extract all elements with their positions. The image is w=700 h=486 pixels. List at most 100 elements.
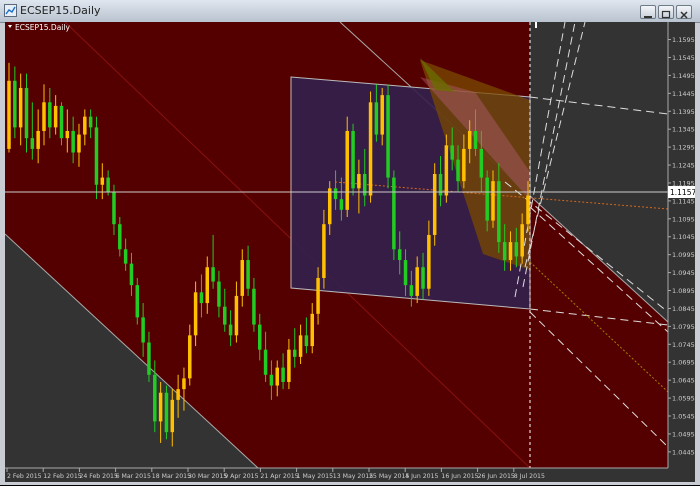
- maximize-button[interactable]: [658, 5, 674, 19]
- candle-body: [176, 389, 180, 400]
- candle-body: [380, 95, 384, 135]
- candle-body: [223, 306, 227, 325]
- candle-body: [13, 80, 17, 128]
- price-tick-label: 1.0445: [672, 448, 695, 456]
- candle-body: [310, 313, 314, 347]
- maximize-icon: [661, 10, 671, 19]
- candle-body: [123, 249, 128, 264]
- price-tick-label: 1.0495: [672, 430, 695, 438]
- price-tick-label: 1.0895: [672, 287, 695, 295]
- time-tick-label: 21 Apr 2015: [260, 473, 298, 480]
- candle-body: [520, 224, 524, 257]
- price-tick-label: 1.1595: [672, 36, 695, 44]
- time-tick-label: 13 May 2015: [333, 473, 373, 480]
- candle-body: [322, 224, 326, 278]
- time-tick-label: 6 Mar 2015: [116, 473, 151, 480]
- candle-body: [164, 392, 169, 433]
- minimize-button[interactable]: [640, 5, 656, 19]
- chart-area[interactable]: 1.1595 1.1545 1.1495 1.1445 1.1395 1.1345 1.12…: [5, 22, 696, 482]
- candle-body: [526, 195, 530, 225]
- candle-body: [53, 105, 58, 128]
- candle-body: [106, 177, 110, 192]
- terminal-window: ECSEP15.Daily 1.1595 1.1545 1.1495 1.144…: [0, 0, 700, 485]
- candle-body: [432, 174, 437, 235]
- candle-body: [211, 267, 215, 282]
- candle-body: [473, 130, 478, 149]
- chart-icon: [4, 4, 17, 17]
- candle-body: [100, 177, 105, 185]
- candle-body: [502, 242, 507, 261]
- candle-body: [65, 130, 70, 139]
- candle-body: [217, 281, 221, 307]
- candle-body: [135, 285, 140, 318]
- price-tick-label: 1.1395: [672, 108, 695, 116]
- candle-body: [327, 188, 332, 225]
- time-tick-label: 30 Mar 2015: [188, 473, 227, 480]
- candle-body: [374, 102, 379, 135]
- price-tick-label: 1.0695: [672, 359, 695, 367]
- candle-body: [158, 392, 163, 422]
- candle-body: [199, 292, 204, 304]
- candle-body: [368, 102, 373, 196]
- time-tick-label: 8 Jul 2015: [514, 473, 545, 480]
- candle-body: [118, 224, 122, 250]
- candle-body: [7, 80, 11, 149]
- candle-body: [491, 181, 495, 221]
- candle-body: [129, 263, 134, 286]
- candle-body: [228, 324, 233, 336]
- candle-body: [170, 399, 175, 433]
- time-tick-label: 25 May 2015: [369, 473, 409, 480]
- candle-body: [450, 145, 454, 160]
- candle-body: [339, 199, 344, 210]
- candle-body: [269, 374, 274, 386]
- price-tick-label: 1.0795: [672, 323, 695, 331]
- candle: [432, 163, 437, 246]
- candle-body: [153, 374, 157, 422]
- window-title: ECSEP15.Daily: [20, 4, 101, 17]
- candle-body: [36, 130, 40, 149]
- candle-body: [392, 177, 396, 250]
- candle-body: [292, 349, 297, 357]
- price-chart[interactable]: 1.1595 1.1545 1.1495 1.1445 1.1395 1.1345 1.12…: [5, 22, 696, 482]
- close-button[interactable]: [676, 5, 692, 19]
- candle-body: [386, 95, 390, 178]
- time-tick-label: 18 Mar 2015: [152, 473, 191, 480]
- candle-body: [77, 134, 81, 153]
- candle-body: [409, 285, 414, 296]
- current-price-label: 1.1157: [670, 188, 695, 197]
- candle-body: [252, 288, 256, 325]
- time-tick-label: 1 May 2015: [297, 473, 333, 480]
- price-tick-label: 1.0995: [672, 251, 695, 259]
- candle-body: [88, 116, 93, 128]
- price-tick-label: 1.1445: [672, 90, 695, 98]
- candle: [351, 123, 355, 196]
- close-icon: [680, 11, 688, 19]
- candle-body: [193, 292, 198, 336]
- price-tick-label: 1.1245: [672, 162, 695, 170]
- candle-body: [48, 102, 52, 128]
- candle-body: [421, 267, 425, 289]
- candle-body: [234, 295, 239, 336]
- candle-body: [508, 242, 513, 261]
- time-tick-label: 4 Jun 2015: [405, 473, 438, 480]
- candle-body: [351, 130, 355, 189]
- candle-body: [281, 367, 285, 382]
- candle-body: [415, 267, 419, 296]
- candle-body: [462, 148, 466, 182]
- title-bar: ECSEP15.Daily: [0, 0, 700, 23]
- candle-body: [479, 148, 484, 178]
- time-tick-label: 24 Feb 2015: [79, 473, 118, 480]
- price-tick-label: 1.0645: [672, 377, 695, 385]
- time-tick-label: 16 Jun 2015: [441, 473, 478, 480]
- candle-body: [258, 324, 262, 350]
- minimize-icon: [644, 16, 652, 18]
- time-tick-label: 12 Feb 2015: [43, 473, 82, 480]
- candle: [392, 170, 396, 261]
- candle-body: [263, 349, 268, 375]
- candle-body: [83, 116, 87, 135]
- candle-body: [240, 260, 245, 296]
- candle-body: [456, 159, 460, 182]
- candle-body: [304, 335, 309, 347]
- candle-body: [444, 145, 449, 196]
- price-tick-label: 1.0845: [672, 305, 695, 313]
